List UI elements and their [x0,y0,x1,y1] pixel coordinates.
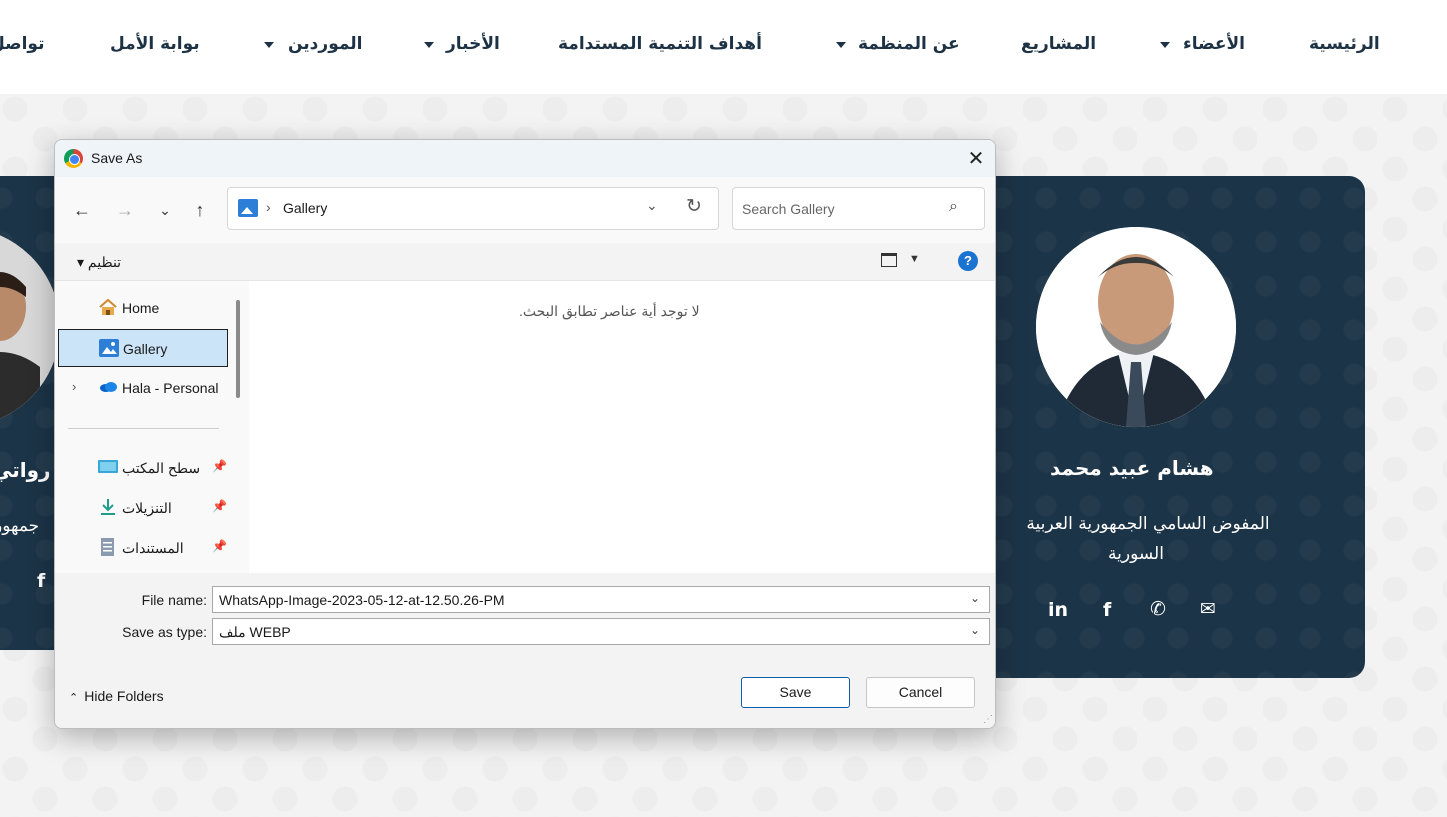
help-button[interactable]: ? [958,251,978,271]
sidebar-item-gallery[interactable]: Gallery [58,329,228,367]
save-as-type-label: Save as type: [122,624,207,640]
nav-item-about[interactable]: عن المنظمة [858,34,960,54]
nav-item-hope-portal[interactable]: بوابة الأمل [110,34,200,54]
save-as-dialog: Save As ✕ ← → ⌄ ↑ › Gallery ⌄ ↻ Search G… [54,139,996,729]
nav-item-home[interactable]: الرئيسية [1309,34,1380,54]
file-name-field[interactable]: WhatsApp-Image-2023-05-12-at-12.50.26-PM… [212,586,990,613]
save-as-type-value: ملف WEBP [219,624,291,640]
member-name: رواتي [0,458,51,482]
sidebar-item-desktop[interactable]: سطح المكتب 📌 [58,449,228,487]
nav-item-news[interactable]: الأخبار [446,34,500,54]
organize-button[interactable]: تنظيم ▾ [77,254,121,271]
file-list-pane: لا توجد أية عناصر تطابق البحث. [249,281,995,573]
breadcrumb-gallery[interactable]: Gallery [283,200,327,216]
search-box[interactable]: Search Gallery ⌕ [732,187,985,230]
chevron-down-icon[interactable] [836,42,846,48]
chevron-down-icon[interactable]: ⌄ [646,197,658,214]
dialog-button-bar: ⌃ Hide Folders Save Cancel ⋰ [55,653,995,728]
hide-folders-button[interactable]: ⌃ Hide Folders [69,688,164,704]
sidebar-item-label: Gallery [123,341,168,357]
sidebar-scrollbar[interactable] [236,300,240,398]
sidebar-item-label: المستندات [122,540,184,556]
dialog-titlebar[interactable]: Save As ✕ [55,140,995,177]
sidebar-item-documents[interactable]: المستندات 📌 [58,529,228,567]
recent-locations-chevron-icon[interactable]: ⌄ [152,198,178,222]
sidebar-item-label: التنزيلات [122,500,172,516]
desktop-icon [98,460,118,473]
avatar [1036,227,1236,427]
search-icon: ⌕ [949,198,958,215]
sidebar-item-downloads[interactable]: التنزيلات 📌 [58,489,228,527]
chevron-down-icon[interactable] [424,42,434,48]
nav-item-suppliers[interactable]: الموردين [288,34,362,54]
site-top-nav: الرئيسية الأعضاء المشاريع عن المنظمة أهد… [0,0,1447,94]
dialog-title: Save As [91,150,143,166]
gallery-icon [99,339,119,357]
envelope-icon[interactable]: ✉ [1200,598,1216,620]
nav-item-members[interactable]: الأعضاء [1183,34,1245,54]
onedrive-icon [100,382,117,392]
file-name-label: File name: [141,592,207,608]
nav-item-sdgs[interactable]: أهداف التنمية المستدامة [558,34,762,54]
hide-folders-label: Hide Folders [84,688,164,704]
member-title-line1: المفوض السامي الجمهورية العربية [1026,514,1270,534]
pin-icon: 📌 [212,539,227,553]
facebook-icon[interactable]: f [37,570,45,592]
nav-item-contact[interactable]: تواصل [0,34,44,54]
chevron-up-icon: ⌃ [69,692,79,704]
search-input[interactable]: Search Gallery [742,201,835,217]
chevron-right-icon[interactable]: › [72,379,76,394]
sidebar-item-label: سطح المكتب [122,460,201,476]
chevron-down-icon[interactable]: ⌄ [970,591,980,605]
pin-icon: 📌 [212,499,227,513]
downloads-icon [101,499,115,515]
address-bar[interactable]: › Gallery ⌄ ↻ [227,187,719,230]
chevron-down-icon[interactable] [264,42,274,48]
command-bar: تنظيم ▾ ▼ ? [55,243,995,281]
empty-results-message: لا توجد أية عناصر تطابق البحث. [519,303,700,319]
divider [68,428,219,429]
member-title: جمهور [0,516,40,536]
file-options: File name: WhatsApp-Image-2023-05-12-at-… [55,573,995,653]
chevron-down-icon[interactable] [1160,42,1170,48]
gallery-icon [238,199,258,217]
sidebar-item-label: Home [122,300,160,316]
file-name-input[interactable]: WhatsApp-Image-2023-05-12-at-12.50.26-PM [219,592,505,608]
refresh-icon[interactable]: ↻ [686,195,702,218]
cancel-button[interactable]: Cancel [866,677,975,708]
sidebar-item-home[interactable]: Home [58,289,228,327]
up-arrow-icon[interactable]: ↑ [187,198,213,222]
documents-icon [101,538,114,556]
resize-grip-icon[interactable]: ⋰ [983,714,993,725]
close-button[interactable]: ✕ [959,145,993,173]
navigation-pane: Home Gallery › Hala - Personal سطح المكت… [55,281,247,573]
member-title-line2: السورية [1108,544,1164,564]
sidebar-item-onedrive[interactable]: › Hala - Personal [58,369,228,407]
view-icon[interactable] [881,253,897,267]
breadcrumb-separator: › [266,199,271,215]
member-name: هشام عبيد محمد [1050,456,1214,480]
save-as-type-select[interactable]: ملف WEBP ⌄ [212,618,990,645]
back-arrow-icon[interactable]: ← [69,198,95,222]
facebook-icon[interactable]: f [1103,599,1111,621]
chrome-icon [64,149,83,168]
caret-down-icon[interactable]: ▼ [909,253,920,265]
nav-item-projects[interactable]: المشاريع [1021,34,1096,54]
home-icon [99,298,117,315]
forward-arrow-icon[interactable]: → [112,198,138,222]
sidebar-item-label: Hala - Personal [122,380,219,396]
phone-icon[interactable]: ✆ [1150,598,1166,620]
chevron-down-icon[interactable]: ⌄ [970,623,980,637]
linkedin-icon[interactable]: in [1048,599,1068,621]
pin-icon: 📌 [212,459,227,473]
save-button[interactable]: Save [741,677,850,708]
